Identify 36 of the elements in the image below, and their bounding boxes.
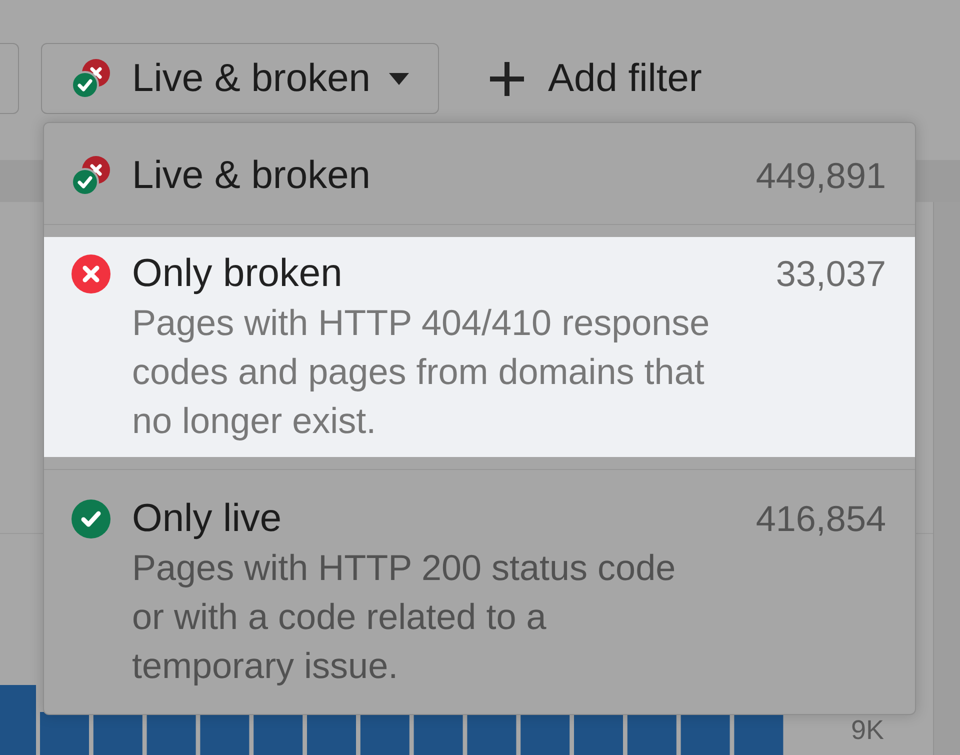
cross-circle-icon [71, 254, 111, 294]
chart-bar [574, 712, 623, 755]
check-and-cross-icon [71, 58, 111, 98]
item-description: Pages with HTTP 404/410 response codes and pages from domains that no longer exist. [132, 301, 711, 443]
toolbar-button[interactable] [0, 43, 19, 114]
menu-item[interactable]: Only live Pages with HTTP 200 status code or with a code related to a temporary issue. 416,854 [44, 482, 915, 702]
chart-bar [40, 712, 89, 755]
chart-bar [627, 712, 676, 755]
check-circle-icon [71, 498, 111, 538]
status-filter-dropdown[interactable]: Live & broken [41, 43, 439, 114]
item-description: Pages with HTTP 200 status code or with a code related to a temporary issue. [132, 546, 677, 688]
chart-bar [360, 712, 410, 755]
item-count: 416,854 [756, 497, 886, 541]
item-label: Live & broken [132, 153, 370, 199]
add-filter-button[interactable]: Add filter [490, 43, 702, 114]
chart-bar [680, 712, 730, 755]
chart-bar [146, 712, 196, 755]
chart-bar [467, 712, 516, 755]
item-count: 33,037 [776, 252, 886, 296]
chart-bar [414, 712, 463, 755]
axis-label: 9K [851, 715, 884, 745]
plus-icon [490, 62, 524, 96]
chart-bar [734, 712, 784, 755]
chart-bar [200, 712, 250, 755]
chart-bar [0, 685, 36, 755]
menu-item[interactable]: Only broken Pages with HTTP 404/410 response codes and pages from domains that no longer exist. 33,037 [44, 237, 915, 457]
item-label: Only broken [132, 251, 342, 297]
chart-bar [93, 712, 142, 755]
menu-item[interactable]: Live & broken 449,891 [44, 139, 915, 212]
item-label: Only live [132, 496, 282, 542]
chart-bar [307, 712, 356, 755]
chart-bar [254, 712, 303, 755]
item-count: 449,891 [756, 154, 886, 198]
check-and-cross-icon [71, 156, 111, 196]
caret-down-icon [389, 72, 410, 84]
chart-bar [520, 712, 570, 755]
